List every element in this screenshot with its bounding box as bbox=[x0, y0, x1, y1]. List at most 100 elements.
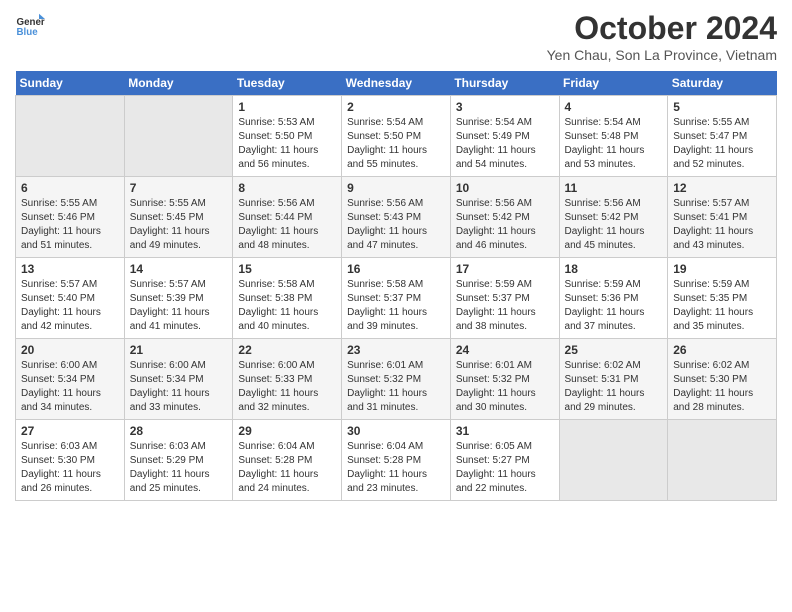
day-info: Sunrise: 5:54 AM Sunset: 5:49 PM Dayligh… bbox=[456, 116, 554, 172]
calendar-cell: 22 Sunrise: 6:00 AM Sunset: 5:33 PM Dayli… bbox=[233, 339, 342, 420]
day-number: 11 bbox=[565, 181, 663, 195]
day-number: 8 bbox=[238, 181, 336, 195]
day-info: Sunrise: 5:59 AM Sunset: 5:36 PM Dayligh… bbox=[565, 278, 663, 334]
calendar-cell: 1Sunrise: 5:53 AM Sunset: 5:50 PM Daylig… bbox=[233, 96, 342, 177]
day-number: 3 bbox=[456, 100, 554, 114]
day-info: Sunrise: 6:03 AM Sunset: 5:30 PM Dayligh… bbox=[21, 440, 119, 496]
day-info: Sunrise: 5:56 AM Sunset: 5:42 PM Dayligh… bbox=[456, 197, 554, 253]
day-info: Sunrise: 6:00 AM Sunset: 5:34 PM Dayligh… bbox=[130, 359, 228, 415]
calendar-cell: 19 Sunrise: 5:59 AM Sunset: 5:35 PM Dayli… bbox=[668, 258, 777, 339]
day-number: 5 bbox=[673, 100, 771, 114]
day-info: Sunrise: 5:56 AM Sunset: 5:42 PM Dayligh… bbox=[565, 197, 663, 253]
day-info: Sunrise: 6:00 AM Sunset: 5:34 PM Dayligh… bbox=[21, 359, 119, 415]
calendar-cell: 31 Sunrise: 6:05 AM Sunset: 5:27 PM Dayli… bbox=[450, 420, 559, 501]
calendar-cell: 26Sunrise: 6:02 AM Sunset: 5:30 PM Dayli… bbox=[668, 339, 777, 420]
weekday-header-thursday: Thursday bbox=[450, 71, 559, 96]
day-number: 21 bbox=[130, 343, 228, 357]
day-number: 16 bbox=[347, 262, 445, 276]
svg-text:Blue: Blue bbox=[17, 27, 39, 38]
weekday-header-monday: Monday bbox=[124, 71, 233, 96]
calendar-cell: 14 Sunrise: 5:57 AM Sunset: 5:39 PM Dayli… bbox=[124, 258, 233, 339]
day-number: 22 bbox=[238, 343, 336, 357]
day-number: 2 bbox=[347, 100, 445, 114]
day-info: Sunrise: 5:54 AM Sunset: 5:48 PM Dayligh… bbox=[565, 116, 663, 172]
day-info: Sunrise: 5:58 AM Sunset: 5:38 PM Dayligh… bbox=[238, 278, 336, 334]
day-info: Sunrise: 6:04 AM Sunset: 5:28 PM Dayligh… bbox=[238, 440, 336, 496]
day-info: Sunrise: 6:05 AM Sunset: 5:27 PM Dayligh… bbox=[456, 440, 554, 496]
day-number: 20 bbox=[21, 343, 119, 357]
weekday-header-saturday: Saturday bbox=[668, 71, 777, 96]
day-number: 19 bbox=[673, 262, 771, 276]
calendar-cell: 13 Sunrise: 5:57 AM Sunset: 5:40 PM Dayli… bbox=[16, 258, 125, 339]
day-number: 6 bbox=[21, 181, 119, 195]
day-number: 28 bbox=[130, 424, 228, 438]
weekday-header-row: SundayMondayTuesdayWednesdayThursdayFrid… bbox=[16, 71, 777, 96]
title-block: October 2024 Yen Chau, Son La Province, … bbox=[547, 10, 777, 63]
day-info: Sunrise: 6:02 AM Sunset: 5:30 PM Dayligh… bbox=[673, 359, 771, 415]
day-number: 4 bbox=[565, 100, 663, 114]
calendar-cell: 18 Sunrise: 5:59 AM Sunset: 5:36 PM Dayli… bbox=[559, 258, 668, 339]
day-number: 12 bbox=[673, 181, 771, 195]
day-info: Sunrise: 5:56 AM Sunset: 5:43 PM Dayligh… bbox=[347, 197, 445, 253]
calendar-cell bbox=[124, 96, 233, 177]
day-number: 14 bbox=[130, 262, 228, 276]
calendar-cell bbox=[668, 420, 777, 501]
page-header: General Blue October 2024 Yen Chau, Son … bbox=[15, 10, 777, 63]
day-number: 10 bbox=[456, 181, 554, 195]
day-info: Sunrise: 5:55 AM Sunset: 5:46 PM Dayligh… bbox=[21, 197, 119, 253]
calendar-cell: 9 Sunrise: 5:56 AM Sunset: 5:43 PM Daylig… bbox=[342, 177, 451, 258]
day-info: Sunrise: 5:55 AM Sunset: 5:47 PM Dayligh… bbox=[673, 116, 771, 172]
day-number: 30 bbox=[347, 424, 445, 438]
calendar-week-3: 13 Sunrise: 5:57 AM Sunset: 5:40 PM Dayli… bbox=[16, 258, 777, 339]
day-number: 25 bbox=[565, 343, 663, 357]
calendar-cell: 21 Sunrise: 6:00 AM Sunset: 5:34 PM Dayli… bbox=[124, 339, 233, 420]
day-info: Sunrise: 5:58 AM Sunset: 5:37 PM Dayligh… bbox=[347, 278, 445, 334]
weekday-header-friday: Friday bbox=[559, 71, 668, 96]
weekday-header-wednesday: Wednesday bbox=[342, 71, 451, 96]
calendar-cell bbox=[16, 96, 125, 177]
day-info: Sunrise: 5:57 AM Sunset: 5:39 PM Dayligh… bbox=[130, 278, 228, 334]
weekday-header-tuesday: Tuesday bbox=[233, 71, 342, 96]
day-number: 31 bbox=[456, 424, 554, 438]
calendar-week-1: 1Sunrise: 5:53 AM Sunset: 5:50 PM Daylig… bbox=[16, 96, 777, 177]
day-info: Sunrise: 5:57 AM Sunset: 5:40 PM Dayligh… bbox=[21, 278, 119, 334]
day-number: 7 bbox=[130, 181, 228, 195]
calendar-week-4: 20 Sunrise: 6:00 AM Sunset: 5:34 PM Dayli… bbox=[16, 339, 777, 420]
calendar-cell: 17Sunrise: 5:59 AM Sunset: 5:37 PM Dayli… bbox=[450, 258, 559, 339]
calendar-cell: 15 Sunrise: 5:58 AM Sunset: 5:38 PM Dayli… bbox=[233, 258, 342, 339]
day-info: Sunrise: 5:54 AM Sunset: 5:50 PM Dayligh… bbox=[347, 116, 445, 172]
day-info: Sunrise: 6:04 AM Sunset: 5:28 PM Dayligh… bbox=[347, 440, 445, 496]
calendar-cell: 5 Sunrise: 5:55 AM Sunset: 5:47 PM Daylig… bbox=[668, 96, 777, 177]
day-info: Sunrise: 6:00 AM Sunset: 5:33 PM Dayligh… bbox=[238, 359, 336, 415]
calendar-week-2: 6 Sunrise: 5:55 AM Sunset: 5:46 PM Daylig… bbox=[16, 177, 777, 258]
logo-icon: General Blue bbox=[15, 10, 45, 40]
day-info: Sunrise: 6:03 AM Sunset: 5:29 PM Dayligh… bbox=[130, 440, 228, 496]
calendar-cell: 20 Sunrise: 6:00 AM Sunset: 5:34 PM Dayli… bbox=[16, 339, 125, 420]
month-title: October 2024 bbox=[547, 10, 777, 47]
calendar-cell: 30 Sunrise: 6:04 AM Sunset: 5:28 PM Dayli… bbox=[342, 420, 451, 501]
calendar-cell: 12Sunrise: 5:57 AM Sunset: 5:41 PM Dayli… bbox=[668, 177, 777, 258]
day-info: Sunrise: 5:59 AM Sunset: 5:35 PM Dayligh… bbox=[673, 278, 771, 334]
calendar-table: SundayMondayTuesdayWednesdayThursdayFrid… bbox=[15, 71, 777, 501]
calendar-cell: 3 Sunrise: 5:54 AM Sunset: 5:49 PM Daylig… bbox=[450, 96, 559, 177]
day-number: 13 bbox=[21, 262, 119, 276]
logo: General Blue bbox=[15, 10, 45, 40]
day-number: 17 bbox=[456, 262, 554, 276]
day-number: 18 bbox=[565, 262, 663, 276]
calendar-week-5: 27Sunrise: 6:03 AM Sunset: 5:30 PM Dayli… bbox=[16, 420, 777, 501]
calendar-body: 1Sunrise: 5:53 AM Sunset: 5:50 PM Daylig… bbox=[16, 96, 777, 501]
calendar-cell: 8 Sunrise: 5:56 AM Sunset: 5:44 PM Daylig… bbox=[233, 177, 342, 258]
calendar-cell bbox=[559, 420, 668, 501]
calendar-cell: 29Sunrise: 6:04 AM Sunset: 5:28 PM Dayli… bbox=[233, 420, 342, 501]
calendar-cell: 28 Sunrise: 6:03 AM Sunset: 5:29 PM Dayli… bbox=[124, 420, 233, 501]
day-number: 15 bbox=[238, 262, 336, 276]
day-info: Sunrise: 5:56 AM Sunset: 5:44 PM Dayligh… bbox=[238, 197, 336, 253]
weekday-header-sunday: Sunday bbox=[16, 71, 125, 96]
day-number: 9 bbox=[347, 181, 445, 195]
day-info: Sunrise: 6:01 AM Sunset: 5:32 PM Dayligh… bbox=[347, 359, 445, 415]
day-number: 23 bbox=[347, 343, 445, 357]
calendar-cell: 4 Sunrise: 5:54 AM Sunset: 5:48 PM Daylig… bbox=[559, 96, 668, 177]
calendar-cell: 23 Sunrise: 6:01 AM Sunset: 5:32 PM Dayli… bbox=[342, 339, 451, 420]
calendar-cell: 24Sunrise: 6:01 AM Sunset: 5:32 PM Dayli… bbox=[450, 339, 559, 420]
day-info: Sunrise: 5:53 AM Sunset: 5:50 PM Dayligh… bbox=[238, 116, 336, 172]
